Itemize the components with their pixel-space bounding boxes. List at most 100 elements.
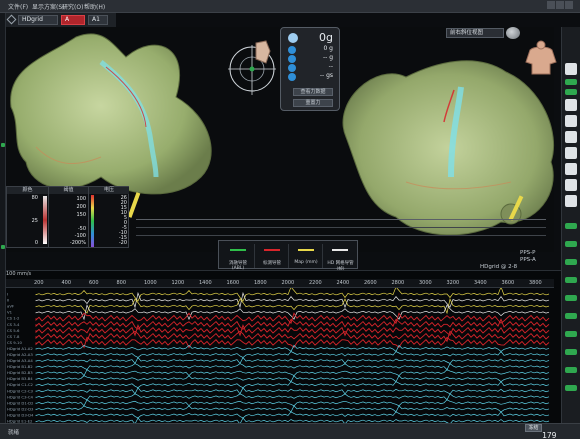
menu-study[interactable]: 研究(O) bbox=[62, 2, 83, 11]
status-dot-icon bbox=[1, 245, 5, 249]
egm-trace bbox=[35, 330, 550, 343]
close-icon[interactable] bbox=[565, 1, 573, 9]
catheter-label: Map (mm) bbox=[294, 260, 318, 265]
lat-color-table: 颜色 80 25 0 阈值 100 200 150 -50 -100 -200%… bbox=[6, 186, 129, 248]
catheter-item[interactable]: 消融导管(ABL) bbox=[222, 244, 255, 271]
ruler-tick-label: 2400 bbox=[336, 280, 350, 286]
egm-channel-label: HDgrid A2-A3 bbox=[7, 352, 33, 357]
torso-orientation-icon[interactable] bbox=[524, 40, 558, 76]
table-cell: -200% bbox=[69, 240, 86, 246]
force-row-4: -- gs bbox=[319, 72, 333, 79]
tool-toggle-icon[interactable] bbox=[565, 89, 577, 95]
reset-force-button[interactable]: 重置力 bbox=[293, 99, 333, 107]
view-orb-icon[interactable] bbox=[506, 27, 520, 39]
egm-trace bbox=[35, 405, 550, 413]
egm-trace bbox=[35, 291, 550, 309]
egm-trace bbox=[35, 318, 550, 330]
catheter-item[interactable]: HD 网格导管 (帧) bbox=[324, 244, 357, 272]
egm-trace bbox=[35, 375, 550, 383]
egm-trace bbox=[35, 369, 550, 377]
tool-icon[interactable] bbox=[565, 115, 577, 127]
tool-toggle-icon[interactable] bbox=[565, 331, 577, 337]
tool-icon[interactable] bbox=[565, 163, 577, 175]
status-dot-icon bbox=[1, 143, 5, 147]
ruler-tick-label: 2000 bbox=[281, 280, 295, 286]
tool-icon[interactable] bbox=[565, 195, 577, 207]
egm-traces[interactable]: IIIaVFV1CS 1-2CS 3-4CS 5-6CS 7-8CS 9-10H… bbox=[6, 288, 554, 423]
ruler-tick-label: 3600 bbox=[501, 280, 515, 286]
egm-channel-label: HDgrid D3-D4 bbox=[7, 412, 34, 417]
catheter-item[interactable]: Map (mm) bbox=[290, 244, 323, 268]
table-header: 颜色 bbox=[7, 187, 48, 194]
tool-icon[interactable] bbox=[565, 63, 577, 75]
info-icon bbox=[288, 64, 296, 72]
map-select[interactable]: HDgrid bbox=[18, 15, 58, 25]
status-bar: 就绪 bbox=[0, 423, 580, 439]
window-controls bbox=[546, 1, 574, 11]
egm-trace bbox=[35, 356, 550, 365]
egm-channel-label: HDgrid B1-B2 bbox=[7, 364, 33, 369]
freeze-button[interactable]: 冻结 bbox=[525, 424, 542, 432]
ruler-tick-label: 1000 bbox=[144, 280, 157, 286]
egm-channel-label: HDgrid A1-A2 bbox=[7, 346, 33, 351]
catheter-item[interactable]: 标测导管 bbox=[256, 244, 289, 268]
catheter-swatch bbox=[298, 249, 314, 251]
tool-icon[interactable] bbox=[565, 147, 577, 159]
menu-help[interactable]: 帮助(H) bbox=[84, 2, 105, 11]
tool-toggle-icon[interactable] bbox=[565, 241, 577, 247]
measure-line bbox=[136, 219, 546, 220]
view-force-button[interactable]: 查看力数据 bbox=[293, 88, 333, 96]
tool-toggle-icon[interactable] bbox=[565, 223, 577, 229]
tool-icon[interactable] bbox=[565, 179, 577, 191]
tag-select[interactable]: A bbox=[61, 15, 85, 25]
egm-channel-label: CS 3-4 bbox=[7, 322, 20, 327]
table-cell: 0 bbox=[34, 240, 38, 246]
table-column: 阈值 100 200 150 -50 -100 -200% bbox=[49, 187, 89, 247]
ruler-tick-label: 200 bbox=[34, 280, 44, 286]
force-row-3: -- bbox=[328, 63, 333, 70]
contact-force-value: 0g bbox=[319, 31, 333, 44]
catheter-swatch bbox=[332, 249, 348, 251]
table-cell: 80 bbox=[31, 195, 38, 201]
tool-icon[interactable] bbox=[565, 131, 577, 143]
maximize-icon[interactable] bbox=[556, 1, 564, 9]
counter-value: 179 bbox=[542, 431, 557, 439]
minimize-icon[interactable] bbox=[547, 1, 555, 9]
tool-toggle-icon[interactable] bbox=[565, 79, 577, 85]
tool-toggle-icon[interactable] bbox=[565, 277, 577, 283]
tool-toggle-icon[interactable] bbox=[565, 259, 577, 265]
info-icon bbox=[288, 55, 296, 63]
egm-trace bbox=[35, 324, 550, 337]
tool-toggle-icon[interactable] bbox=[565, 313, 577, 319]
egm-trace bbox=[35, 387, 550, 395]
table-cell: -50 bbox=[77, 226, 86, 232]
ruler-tick-label: 1800 bbox=[254, 280, 267, 286]
egm-trace bbox=[35, 350, 550, 358]
ruler-tick-label: 3800 bbox=[529, 280, 542, 286]
ruler-tick-label: 2200 bbox=[309, 280, 322, 286]
force-icon bbox=[288, 33, 298, 43]
egm-channel-label: HDgrid D1-D2 bbox=[7, 400, 34, 405]
menu-file[interactable]: 文件(F) bbox=[8, 2, 28, 11]
force-row-2: -- g bbox=[322, 54, 333, 61]
tool-toggle-icon[interactable] bbox=[565, 349, 577, 355]
table-cell: -20 bbox=[118, 240, 127, 246]
egm-channel-label: HDgrid C1-C2 bbox=[7, 382, 34, 387]
map-tool-icon[interactable] bbox=[6, 14, 17, 25]
orientation-dial[interactable] bbox=[226, 33, 278, 101]
egm-channel-label: HDgrid D2-D3 bbox=[7, 406, 34, 411]
ruler-tick-label: 1600 bbox=[226, 280, 240, 286]
ruler-tick-label: 3400 bbox=[474, 280, 487, 286]
tool-toggle-icon[interactable] bbox=[565, 385, 577, 391]
tool-icon[interactable] bbox=[565, 99, 577, 111]
egm-trace bbox=[35, 363, 550, 371]
catheter-swatch bbox=[264, 249, 280, 251]
menu-scheme[interactable]: 显示方案(S) bbox=[32, 2, 65, 11]
tag2-select[interactable]: A1 bbox=[88, 15, 108, 25]
catheter-swatch bbox=[230, 249, 246, 251]
table-header: 电压 bbox=[89, 187, 129, 194]
ruler-tick-label: 800 bbox=[116, 280, 127, 286]
view-dropdown[interactable]: 前右斜位视图 bbox=[446, 28, 504, 38]
tool-toggle-icon[interactable] bbox=[565, 367, 577, 373]
tool-toggle-icon[interactable] bbox=[565, 295, 577, 301]
